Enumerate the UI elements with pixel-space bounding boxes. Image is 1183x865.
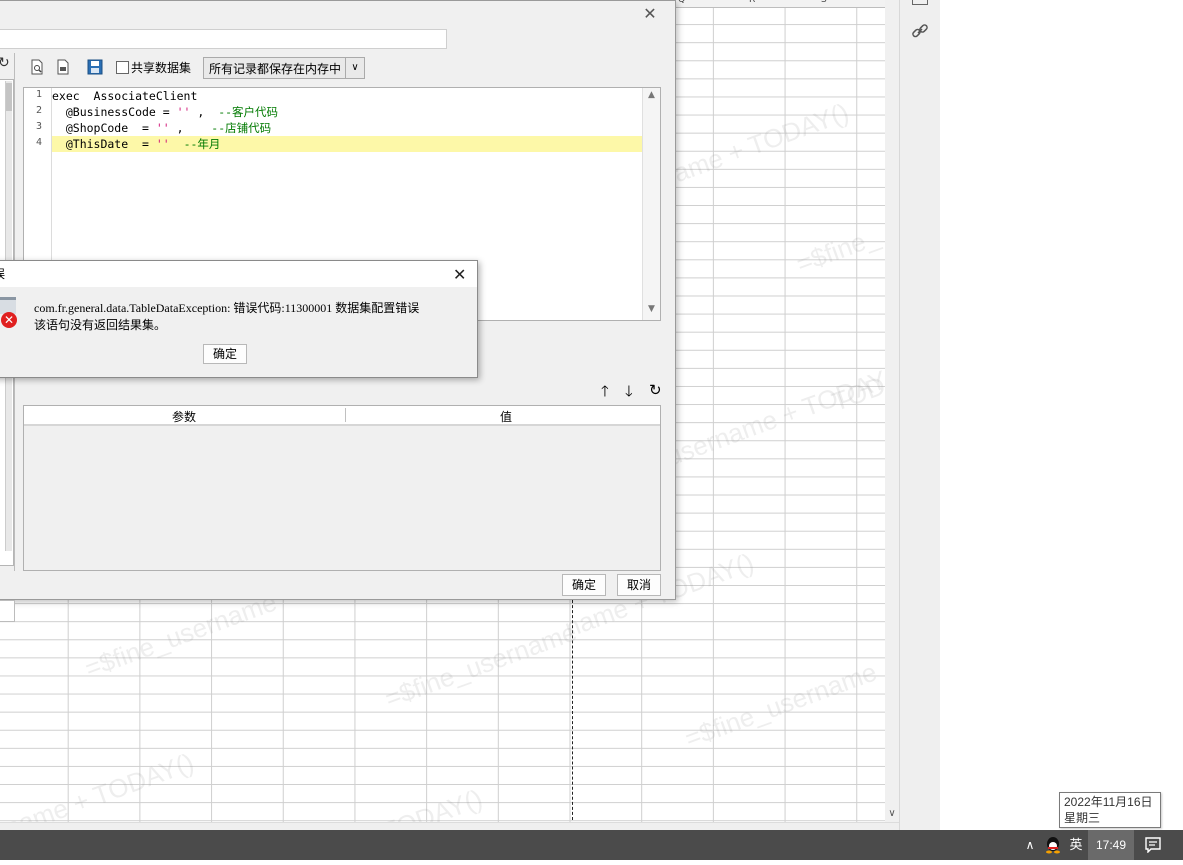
col-header-value: 值 xyxy=(500,410,513,424)
line-number: 3 xyxy=(35,121,42,132)
code-token: '' xyxy=(155,137,170,151)
share-dataset-label: 共享数据集 xyxy=(131,61,192,75)
scroll-down-arrow-icon[interactable]: ∨ xyxy=(885,808,899,822)
code-token: , xyxy=(169,121,212,135)
code-line[interactable]: exec AssociateClient xyxy=(52,88,197,104)
param-toolbar: 🡑 🡓 ↻ xyxy=(591,381,662,401)
parameter-table: 参数 值 xyxy=(23,405,661,571)
scroll-up-arrow-icon[interactable]: ▲ xyxy=(643,90,660,104)
code-token: --店铺代码 xyxy=(211,121,272,135)
close-icon[interactable]: ✕ xyxy=(453,265,466,284)
column-header-q[interactable]: Q xyxy=(678,0,685,5)
code-token: @ShopCode = xyxy=(52,121,156,135)
error-dialog-title: 误 xyxy=(0,265,5,282)
code-token: --年月 xyxy=(183,137,221,151)
code-token: , xyxy=(190,105,219,119)
notification-icon[interactable] xyxy=(1140,830,1166,860)
editor-scrollbar[interactable]: ▲ ▼ xyxy=(642,88,660,320)
code-token: --客户代码 xyxy=(218,105,279,119)
col-header-param: 参数 xyxy=(172,410,197,424)
preview-icon[interactable] xyxy=(29,59,45,75)
move-down-icon[interactable]: 🡓 xyxy=(625,381,633,406)
taskbar: ∧ 英 17:49 xyxy=(0,830,1183,860)
sheet-vertical-scrollbar[interactable] xyxy=(885,0,899,828)
dataset-name-field[interactable] xyxy=(0,29,447,49)
empty-area xyxy=(940,0,1183,830)
code-line[interactable]: @ThisDate = '' --年月 xyxy=(52,136,652,152)
column-header-s[interactable]: S xyxy=(821,0,827,5)
move-up-icon[interactable]: 🡑 xyxy=(601,381,609,406)
date-tooltip: 2022年11月16日 星期三 xyxy=(1059,792,1161,828)
share-dataset-checkbox[interactable] xyxy=(116,61,129,74)
line-number: 1 xyxy=(35,89,42,100)
ok-button[interactable]: 确定 xyxy=(562,574,606,596)
error-message-line1: com.fr.general.data.TableDataException: … xyxy=(34,301,420,315)
line-number: 2 xyxy=(35,105,42,116)
search-box[interactable] xyxy=(0,600,15,622)
code-token: @BusinessCode = xyxy=(52,105,177,119)
sql-icon[interactable] xyxy=(55,59,71,75)
cancel-button[interactable]: 取消 xyxy=(617,574,661,596)
tooltip-weekday: 星期三 xyxy=(1064,811,1101,825)
scroll-down-arrow-icon[interactable]: ▼ xyxy=(643,304,660,318)
code-line[interactable]: @ShopCode = '' , --店铺代码 xyxy=(52,120,271,136)
refresh-params-icon[interactable]: ↻ xyxy=(649,381,662,399)
qq-tray-icon[interactable] xyxy=(1043,830,1063,860)
storage-mode-select[interactable]: 所有记录都保存在内存中 ∨ xyxy=(203,57,365,79)
taskbar-clock[interactable]: 17:49 xyxy=(1088,830,1134,860)
ime-indicator[interactable]: 英 xyxy=(1066,830,1086,860)
chevron-up-icon[interactable]: ∧ xyxy=(1020,830,1040,860)
refresh-icon[interactable]: ↻ xyxy=(0,55,10,71)
error-icon: ✕ xyxy=(1,312,17,328)
code-token: '' xyxy=(155,121,170,135)
link-icon[interactable] xyxy=(911,22,929,40)
storage-mode-value: 所有记录都保存在内存中 xyxy=(209,62,342,76)
error-message-line2: 该语句没有返回结果集。 xyxy=(34,318,167,332)
code-token: '' xyxy=(176,105,191,119)
parameter-table-header: 参数 值 xyxy=(24,406,660,426)
error-dialog: 误 ✕ ✕ com.fr.general.data.TableDataExcep… xyxy=(0,260,478,378)
code-token: exec AssociateClient xyxy=(52,89,198,103)
column-header-r[interactable]: R xyxy=(749,0,755,5)
save-icon[interactable] xyxy=(87,59,103,75)
tooltip-date: 2022年11月16日 xyxy=(1064,795,1153,809)
close-icon[interactable]: ✕ xyxy=(642,6,658,22)
line-number: 4 xyxy=(35,137,42,148)
error-dialog-titlebar: 误 ✕ xyxy=(0,261,477,287)
right-side-panel xyxy=(899,0,940,830)
code-token: @ThisDate = xyxy=(52,137,156,151)
chevron-down-icon[interactable]: ∨ xyxy=(345,58,364,78)
column-headers: Q R S xyxy=(640,0,885,8)
panel-icon[interactable] xyxy=(912,0,928,5)
code-line[interactable]: @BusinessCode = '' , --客户代码 xyxy=(52,104,278,120)
error-ok-button[interactable]: 确定 xyxy=(203,344,247,364)
